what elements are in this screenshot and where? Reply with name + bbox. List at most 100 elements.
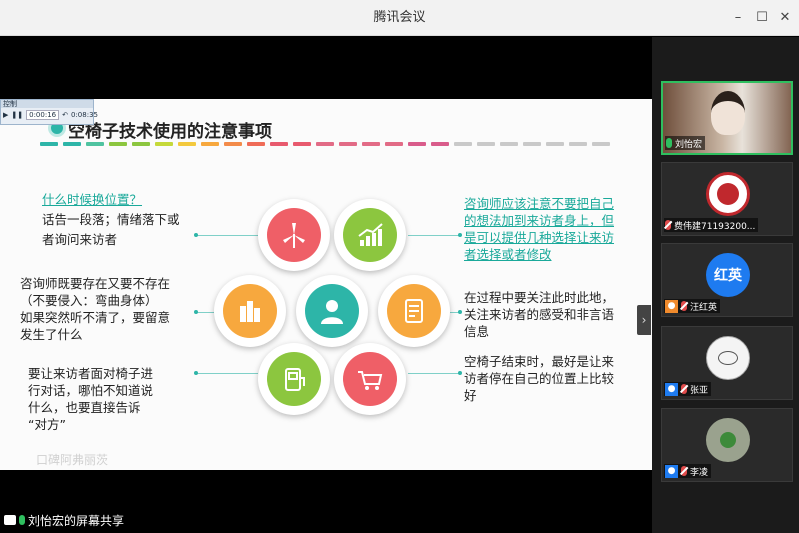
meter-circle [258, 343, 330, 415]
rewind-icon[interactable]: ↶ [62, 111, 68, 119]
left-text-q3-line4: “对方” [28, 417, 66, 432]
window-title: 腾讯会议 [373, 10, 426, 25]
underline-dash [477, 142, 495, 146]
shopping-cart-icon [343, 352, 397, 406]
underline-dash [500, 142, 518, 146]
connector-dot [194, 371, 198, 375]
left-text-q2-line2: （不要侵入：弯曲身体） [20, 293, 158, 308]
meter-icon [267, 352, 321, 406]
underline-dash [316, 142, 334, 146]
participant-name: 李凌 [690, 467, 709, 478]
cartoon-face-icon [718, 351, 738, 365]
underline-dash [431, 142, 449, 146]
cartoon-avatar [706, 336, 750, 380]
person-circle [296, 275, 368, 347]
right-text-r3-line2: 访者停在自己的位置上比较 [464, 371, 615, 386]
right-text-r2-line3: 信息 [464, 324, 490, 339]
clover-icon [720, 432, 736, 448]
underline-dash [224, 142, 242, 146]
underline-dash [201, 142, 219, 146]
participant-namebar: ● 汪红英 [664, 299, 721, 313]
school-logo-avatar [706, 172, 750, 216]
participant-tile[interactable]: ● 李凌 [661, 408, 793, 482]
windmill-circle [258, 199, 330, 271]
right-text-r1-line1: 咨询师应该注意不要把自己 [464, 196, 615, 211]
participant-tile[interactable]: 红英 ● 汪红英 [661, 243, 793, 317]
growth-circle [334, 199, 406, 271]
microphone-muted-icon [665, 220, 671, 230]
underline-dash [569, 142, 587, 146]
participant-namebar: 刘怡宏 [665, 136, 706, 150]
photo-avatar [706, 418, 750, 462]
connector-dot [194, 233, 198, 237]
share-caption-text: 刘怡宏的屏幕共享 [28, 513, 125, 528]
underline-dash [523, 142, 541, 146]
connector-line [408, 235, 460, 236]
microphone-muted-icon [681, 301, 687, 311]
logo-emblem-icon [717, 183, 739, 205]
left-text-q2-line3: 如果突然听不清了，要留意 [20, 310, 171, 325]
connector-line [196, 235, 258, 236]
participant-avatar: 红英 [706, 253, 750, 297]
player-label: 控制 [1, 100, 93, 108]
underline-dash [408, 142, 426, 146]
play-icon[interactable]: ▶ [3, 111, 8, 119]
underline-dash [385, 142, 403, 146]
participant-tile[interactable]: 刘怡宏 [661, 81, 793, 155]
underline-dash [109, 142, 127, 146]
participant-tile[interactable]: ● 张亚 [661, 326, 793, 400]
left-text-q2-line1: 咨询师既要存在又要不存在 [20, 276, 171, 291]
screen-share-area[interactable]: 空椅子技术使用的注意事项 什么时候换位置？ 话告一段落；情绪落下或 者询问来访者… [0, 37, 652, 533]
participant-namebar: 费伟建71193200... [664, 218, 759, 232]
left-text-q1-heading: 什么时候换位置？ [42, 192, 143, 207]
presentation-slide: 空椅子技术使用的注意事项 什么时候换位置？ 话告一段落；情绪落下或 者询问来访者… [0, 99, 652, 470]
connector-dot [458, 233, 462, 237]
participant-name: 张亚 [690, 385, 709, 396]
user-icon: ● [665, 299, 678, 313]
building-icon [223, 284, 277, 338]
maximize-icon[interactable]: ☐ [751, 7, 773, 29]
collapse-panel-chevron-icon[interactable]: › [637, 305, 651, 335]
document-icon [387, 284, 441, 338]
underline-dash [270, 142, 288, 146]
participant-name: 费伟建71193200... [674, 221, 756, 232]
participant-panel: 刘怡宏 费伟建71193200... 红英 ● 汪红英 ● 张亚 ● 李凌 [652, 37, 799, 533]
right-text-r2-line1: 在过程中要关注此时此地， [464, 290, 615, 305]
underline-dash [454, 142, 472, 146]
pause-icon[interactable]: ❚❚ [11, 111, 23, 119]
person-icon [305, 284, 359, 338]
title-bar: 腾讯会议 – ☐ ✕ [0, 0, 799, 36]
document-circle [378, 275, 450, 347]
left-text-q1-line2: 者询问来访者 [42, 232, 118, 247]
connector-dot [458, 371, 462, 375]
underline-dash [362, 142, 380, 146]
slide-title: 空椅子技术使用的注意事项 [68, 122, 272, 142]
right-text-r3-line1: 空椅子结束时，最好是让来 [464, 354, 615, 369]
close-icon[interactable]: ✕ [774, 7, 796, 29]
participant-face [711, 91, 745, 135]
underline-dash [40, 142, 58, 146]
underline-dash [132, 142, 150, 146]
right-text-r3-line3: 好 [464, 388, 477, 403]
participant-tile[interactable]: 费伟建71193200... [661, 162, 793, 236]
right-text-r1-line2: 的想法加到来访者身上，但 [464, 213, 615, 228]
participant-name: 汪红英 [690, 302, 718, 313]
connector-line [196, 373, 258, 374]
connector-line [196, 312, 214, 313]
growth-chart-icon [343, 208, 397, 262]
right-text-r1-line3: 是可以提供几种选择让来访 [464, 230, 615, 245]
participant-namebar: ● 李凌 [664, 464, 712, 478]
share-caption: 刘怡宏的屏幕共享 [4, 511, 124, 529]
underline-dash [293, 142, 311, 146]
underline-dash [155, 142, 173, 146]
connector-dot [194, 310, 198, 314]
media-player-widget[interactable]: 控制 ▶ ❚❚ 0:00:16 ↶ 0:08:35 [0, 99, 98, 125]
underline-dash [178, 142, 196, 146]
left-text-q2-line4: 发生了什么 [20, 327, 83, 342]
user-icon: ● [665, 464, 678, 478]
minimize-icon[interactable]: – [727, 7, 749, 29]
right-text-r1-line4: 者选择或者修改 [464, 247, 552, 262]
connector-line [408, 373, 460, 374]
connector-dot [458, 310, 462, 314]
left-text-q3-line2: 行对话，哪怕不知道说 [28, 383, 154, 398]
